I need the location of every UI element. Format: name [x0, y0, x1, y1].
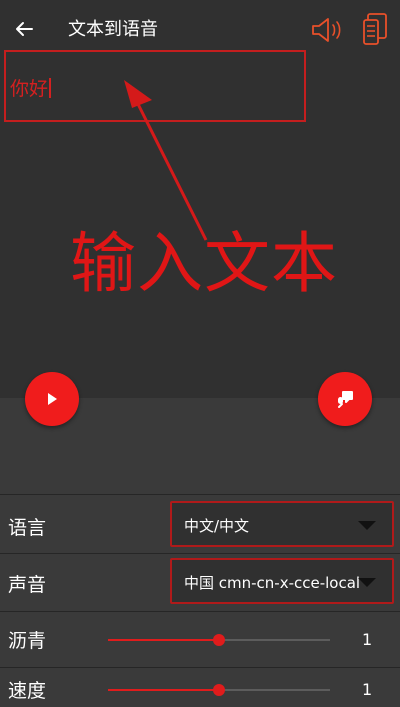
speed-value: 1 — [362, 680, 373, 699]
chevron-down-icon — [358, 578, 376, 587]
pitch-row: 沥青 1 — [0, 611, 400, 667]
pitch-slider[interactable] — [108, 634, 330, 646]
voice-select[interactable]: 中国 cmn-cn-x-cce-local — [170, 558, 394, 604]
voice-input-button[interactable] — [318, 372, 372, 426]
speed-slider[interactable] — [108, 684, 330, 696]
settings-panel: 语言 中文/中文 声音 中国 cmn-cn-x-cce-local 沥青 1 速… — [0, 494, 400, 707]
speed-slider-fill — [108, 689, 219, 691]
language-label: 语言 — [8, 517, 47, 539]
arrow-left-icon[interactable] — [12, 17, 36, 41]
text-to-speech-screen: 文本到语音 你好 输入文本 语言 中文/中文 声音 中国 cmn-cn-x-cc… — [0, 0, 400, 707]
voice-select-value: 中国 cmn-cn-x-cce-local — [184, 574, 361, 592]
pitch-label: 沥青 — [8, 630, 47, 652]
language-select[interactable]: 中文/中文 — [170, 501, 394, 547]
play-button[interactable] — [25, 372, 79, 426]
pitch-slider-fill — [108, 639, 219, 641]
chevron-down-icon — [358, 521, 376, 530]
speed-row: 速度 1 — [0, 667, 400, 707]
speed-label: 速度 — [8, 680, 47, 702]
voice-label: 声音 — [8, 574, 47, 596]
pitch-value: 1 — [362, 630, 373, 649]
text-cursor — [49, 78, 52, 98]
text-input[interactable]: 你好 — [4, 50, 306, 122]
microphone-icon — [338, 391, 353, 408]
language-row: 语言 中文/中文 — [0, 494, 400, 553]
input-area: 文本到语音 你好 输入文本 — [0, 0, 400, 426]
language-select-value: 中文/中文 — [184, 517, 250, 535]
play-icon — [48, 393, 57, 405]
annotation-label: 输入文本 — [70, 225, 338, 302]
page-title: 文本到语音 — [68, 19, 158, 40]
speaker-icon[interactable] — [310, 16, 344, 44]
app-bar: 文本到语音 — [0, 0, 400, 56]
speed-slider-thumb[interactable] — [213, 684, 225, 696]
voice-row: 声音 中国 cmn-cn-x-cce-local — [0, 553, 400, 611]
pitch-slider-thumb[interactable] — [213, 634, 225, 646]
document-icon[interactable] — [362, 12, 388, 46]
text-input-value: 你好 — [10, 74, 52, 101]
